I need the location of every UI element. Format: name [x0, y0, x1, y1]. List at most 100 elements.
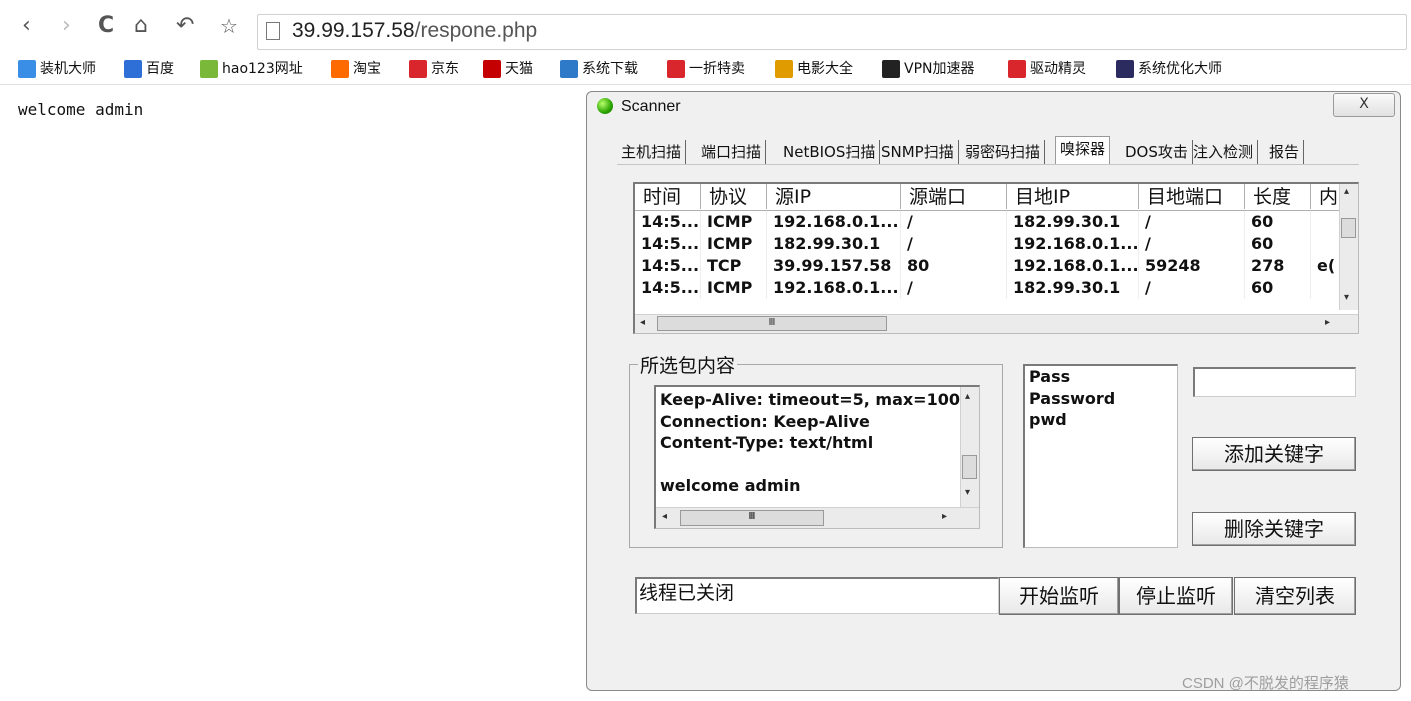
table-cell: / — [1139, 211, 1245, 233]
bookmark-item[interactable]: 系统优化大师 — [1116, 59, 1222, 79]
packet-line: Connection: Keep-Alive — [660, 411, 870, 431]
scroll-right-icon[interactable]: ▸ — [1325, 317, 1330, 328]
tab-item[interactable]: 主机扫描 — [617, 140, 687, 164]
scroll-up-icon[interactable]: ▴ — [1344, 186, 1349, 197]
tab-item[interactable]: 注入检测 — [1189, 140, 1259, 164]
scroll-thumb[interactable]: Ⅲ — [657, 316, 887, 331]
scroll-down-icon[interactable]: ▾ — [965, 487, 970, 498]
bookmark-icon — [409, 60, 427, 78]
table-cell: 60 — [1245, 233, 1311, 255]
keyword-item[interactable]: pwd — [1029, 410, 1067, 429]
keyword-input[interactable] — [1193, 367, 1356, 397]
packet-table[interactable]: 时间 协议 源IP 源端口 目地IP 目地端口 长度内 14:5... ICMP 192.168… — [633, 182, 1359, 334]
scroll-right-icon[interactable]: ▸ — [942, 511, 947, 522]
bookmark-item[interactable]: 装机大师 — [18, 59, 96, 79]
table-vertical-scrollbar[interactable]: ▴ ▾ — [1339, 184, 1358, 310]
bookmark-item[interactable]: 淘宝 — [331, 59, 381, 79]
tab-item[interactable]: NetBIOS扫描 — [779, 140, 881, 164]
table-cell: / — [1139, 233, 1245, 255]
tab-item[interactable]: DOS攻击 — [1121, 140, 1193, 164]
column-header[interactable]: 源端口 — [901, 184, 1007, 209]
bookmark-item[interactable]: 百度 — [124, 59, 174, 79]
bookmark-label: 天猫 — [505, 61, 533, 77]
clear-list-button[interactable]: 清空列表 — [1234, 577, 1356, 615]
bookmark-label: hao123网址 — [222, 61, 303, 77]
tab-item[interactable]: 嗅探器 — [1055, 136, 1111, 165]
scroll-thumb[interactable]: Ⅲ — [680, 510, 824, 526]
tab-item[interactable]: SNMP扫描 — [877, 140, 959, 164]
tab-item[interactable]: 端口扫描 — [697, 140, 767, 164]
url-host: 39.99.157.58 — [292, 19, 415, 42]
bookmark-item[interactable]: 电影大全 — [775, 59, 853, 79]
forward-icon[interactable]: › — [62, 14, 71, 38]
scroll-thumb[interactable] — [1341, 218, 1356, 238]
packet-line: Content-Type: text/html — [660, 433, 874, 452]
packet-line: welcome admin — [660, 476, 801, 495]
column-header[interactable]: 时间 — [635, 184, 701, 209]
back-icon[interactable]: ‹ — [22, 14, 31, 38]
delete-keyword-button[interactable]: 删除关键字 — [1192, 512, 1356, 546]
column-header[interactable]: 协议 — [701, 184, 767, 209]
table-cell: / — [1139, 277, 1245, 299]
bookmark-item[interactable]: hao123网址 — [200, 59, 303, 79]
bookmark-item[interactable]: 天猫 — [483, 59, 533, 79]
scroll-up-icon[interactable]: ▴ — [965, 391, 970, 402]
status-field: 线程已关闭 — [635, 577, 999, 614]
tab-item[interactable]: 弱密码扫描 — [961, 140, 1046, 164]
table-cell: / — [901, 211, 1007, 233]
close-button[interactable]: X — [1333, 93, 1395, 117]
table-row[interactable]: 14:5... ICMP 192.168.0.1.../182.99.30.1/60 — [635, 211, 1351, 233]
home-icon[interactable]: ⌂ — [134, 14, 148, 38]
bookmark-icon — [331, 60, 349, 78]
content-vertical-scrollbar[interactable]: ▴ ▾ — [960, 387, 979, 509]
bookmark-item[interactable]: 一折特卖 — [667, 59, 745, 79]
table-row[interactable]: 14:5... ICMP 192.168.0.1.../182.99.30.1/60 — [635, 277, 1351, 299]
table-cell: 60 — [1245, 277, 1311, 299]
bookmark-item[interactable]: 京东 — [409, 59, 459, 79]
reload-icon[interactable]: C — [98, 14, 114, 38]
bookmarks-bar: 装机大师 百度 hao123网址 淘宝 京东 天猫 系统下载 一折特卖 电影大全 VPN加速器 驱动… — [0, 54, 1411, 85]
bookmark-label: 系统优化大师 — [1138, 61, 1222, 77]
scroll-left-icon[interactable]: ◂ — [640, 317, 645, 328]
keyword-item[interactable]: Password — [1029, 389, 1115, 408]
bookmark-label: VPN加速器 — [904, 61, 975, 77]
packet-content-group: 所选包内容 welcome admin Content-Type: text/ht… — [629, 351, 1003, 548]
keyword-item[interactable]: Pass — [1029, 367, 1070, 386]
keyword-list[interactable]: Pass Password pwd — [1023, 364, 1178, 548]
column-header[interactable]: 长度 — [1245, 184, 1311, 209]
scroll-thumb[interactable] — [962, 455, 977, 479]
table-cell: 192.168.0.1... — [767, 277, 901, 299]
start-listen-button[interactable]: 开始监听 — [999, 577, 1119, 615]
table-row[interactable]: 14:5... TCP 39.99.157.58 80 192.168.0.1... 59… — [635, 255, 1351, 277]
bookmark-item[interactable]: VPN加速器 — [882, 59, 975, 79]
bookmark-icon — [1008, 60, 1026, 78]
packet-line: Keep-Alive: timeout=5, max=100 — [660, 390, 960, 409]
bookmark-item[interactable]: 驱动精灵 — [1008, 59, 1086, 79]
column-header[interactable]: 目地IP — [1007, 184, 1139, 209]
scroll-left-icon[interactable]: ◂ — [662, 511, 667, 522]
content-horizontal-scrollbar[interactable]: ◂ Ⅲ ▸ — [656, 507, 979, 528]
bookmark-label: 百度 — [146, 61, 174, 77]
table-row[interactable]: 14:5... ICMP 182.99.30.1/192.168.0.1.../60 — [635, 233, 1351, 255]
bookmark-icon — [483, 60, 501, 78]
bookmark-label: 装机大师 — [40, 61, 96, 77]
address-bar[interactable]: 39.99.157.58/respone.php — [257, 14, 1407, 50]
packet-content-textarea[interactable]: welcome admin Content-Type: text/html Conn… — [654, 385, 980, 529]
url-text: 39.99.157.58/respone.php — [292, 19, 537, 43]
table-header: 时间 协议 源IP 源端口 目地IP 目地端口 长度内 — [635, 184, 1358, 211]
column-header[interactable]: 源IP — [767, 184, 901, 209]
bookmark-label: 电影大全 — [797, 61, 853, 77]
table-cell: 14:5... — [635, 233, 701, 255]
table-horizontal-scrollbar[interactable]: ◂ Ⅲ ▸ — [635, 314, 1358, 333]
undo-icon[interactable]: ↶ — [176, 14, 194, 38]
add-keyword-button[interactable]: 添加关键字 — [1192, 437, 1356, 471]
bookmark-item[interactable]: 系统下载 — [560, 59, 638, 79]
bookmark-icon — [200, 60, 218, 78]
star-icon[interactable]: ☆ — [220, 14, 238, 38]
group-label: 所选包内容 — [638, 351, 738, 378]
tab-item[interactable]: 报告 — [1265, 140, 1305, 164]
stop-listen-button[interactable]: 停止监听 — [1119, 577, 1233, 615]
bookmark-label: 一折特卖 — [689, 61, 745, 77]
scroll-down-icon[interactable]: ▾ — [1344, 292, 1349, 303]
column-header[interactable]: 目地端口 — [1139, 184, 1245, 209]
